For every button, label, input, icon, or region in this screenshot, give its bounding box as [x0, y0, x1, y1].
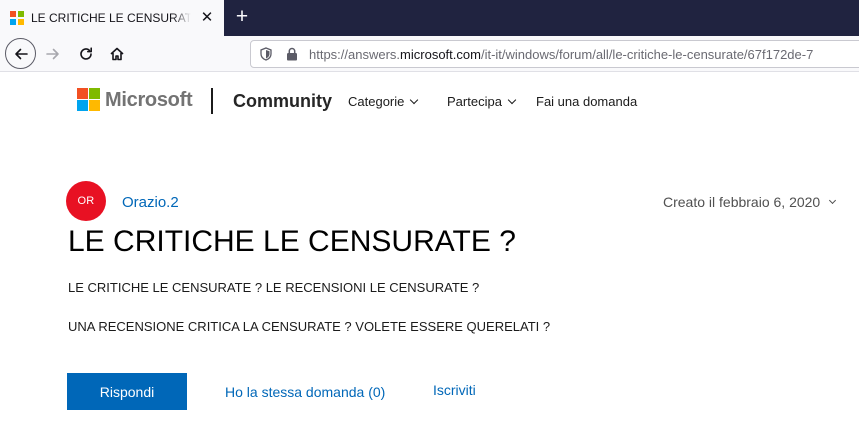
question-body-line: UNA RECENSIONE CRITICA LA CENSURATE ? VO… [68, 319, 551, 334]
url-text: https://answers.microsoft.com/it-it/wind… [309, 47, 813, 62]
nav-categorie[interactable]: Categorie [348, 94, 419, 109]
header-divider [211, 88, 213, 114]
browser-tab[interactable]: LE CRITICHE LE CENSURATE ? - ✕ [0, 0, 224, 36]
arrow-left-icon [14, 48, 28, 59]
shield-icon[interactable] [259, 47, 273, 61]
reload-icon [80, 47, 92, 60]
address-bar[interactable]: https://answers.microsoft.com/it-it/wind… [250, 40, 859, 68]
chevron-down-icon [829, 196, 837, 205]
url-host: microsoft.com [400, 47, 481, 62]
reload-button[interactable] [71, 39, 101, 69]
browser-nav-bar: https://answers.microsoft.com/it-it/wind… [0, 36, 859, 72]
tab-close-icon[interactable]: ✕ [198, 9, 216, 27]
chevron-down-icon [507, 95, 517, 105]
question-body-line: LE CRITICHE LE CENSURATE ? LE RECENSIONI… [68, 280, 480, 295]
nav-partecipa[interactable]: Partecipa [447, 94, 517, 109]
url-prefix: https://answers. [309, 47, 401, 62]
avatar[interactable]: OR [66, 181, 106, 221]
chevron-down-icon [410, 95, 419, 105]
arrow-right-icon [46, 48, 59, 60]
home-icon [110, 47, 124, 61]
browser-tab-bar: LE CRITICHE LE CENSURATE ? - ✕ + [0, 0, 859, 36]
nav-ask-question[interactable]: Fai una domanda [536, 94, 637, 109]
author-link[interactable]: Orazio.2 [122, 194, 179, 211]
subscribe-button[interactable]: Iscriviti [433, 382, 476, 398]
url-path: /it-it/windows/forum/all/le-critiche-le-… [480, 47, 814, 62]
lock-icon[interactable] [286, 47, 298, 61]
nav-categorie-label: Categorie [348, 94, 405, 109]
home-button[interactable] [102, 39, 132, 69]
created-date-text: Creato il febbraio 6, 2020 [663, 194, 821, 210]
reply-button[interactable]: Rispondi [67, 373, 187, 410]
community-link[interactable]: Community [233, 91, 332, 112]
forward-button[interactable] [38, 39, 68, 69]
nav-partecipa-label: Partecipa [447, 94, 502, 109]
same-question-button[interactable]: Ho la stessa domanda (0) [225, 384, 385, 400]
tab-title: LE CRITICHE LE CENSURATE ? - [31, 11, 191, 25]
site-header: Microsoft Community Categorie Partecipa … [0, 72, 859, 130]
new-tab-button[interactable]: + [229, 5, 255, 31]
microsoft-wordmark[interactable]: Microsoft [105, 89, 193, 112]
question-title: LE CRITICHE LE CENSURATE ? [68, 225, 516, 258]
created-date[interactable]: Creato il febbraio 6, 2020 [663, 194, 837, 210]
microsoft-logo-icon[interactable] [77, 88, 100, 111]
microsoft-favicon-icon [10, 11, 24, 25]
back-button[interactable] [5, 38, 36, 69]
